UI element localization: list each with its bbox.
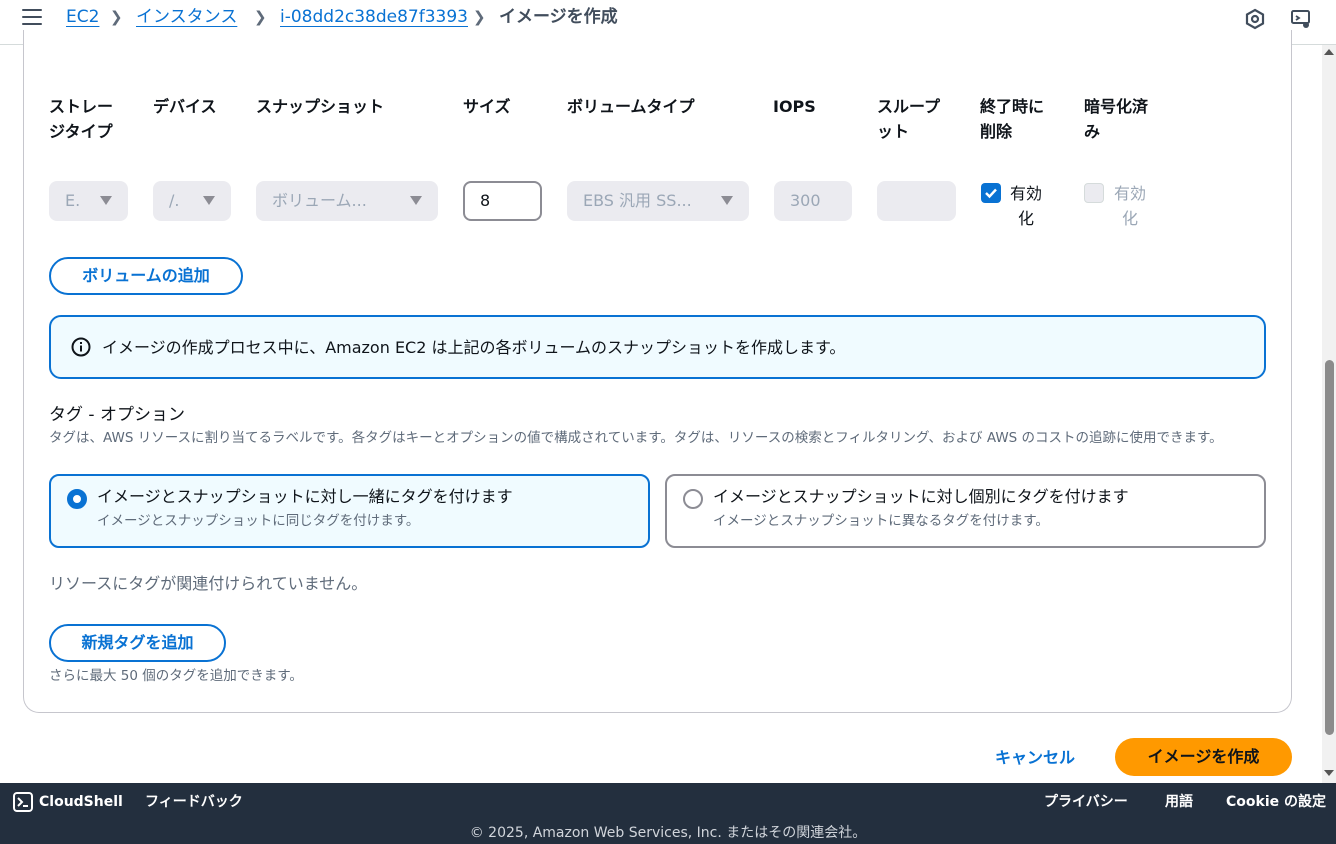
tag-together-desc: イメージとスナップショットに同じタグを付けます。 [97, 513, 420, 529]
device-select: /. [153, 181, 231, 221]
notifications-icon[interactable] [1244, 8, 1266, 30]
delete-on-termination-label: 有効 化 [1010, 184, 1043, 228]
info-alert: イメージの作成プロセス中に、Amazon EC2 は上記の各ボリュームのスナップ… [49, 315, 1266, 379]
copyright-text: © 2025, Amazon Web Services, Inc. またはその関… [469, 825, 867, 841]
header-iops: IOPS [773, 97, 816, 116]
caret-down-icon [100, 196, 112, 205]
scroll-down-arrow-icon[interactable] [1324, 770, 1334, 776]
storage-type-select: E. [49, 181, 128, 221]
snapshot-select: ボリューム... [256, 181, 438, 221]
add-volume-button[interactable]: ボリュームの追加 [49, 257, 243, 295]
header-device: デバイス [153, 97, 217, 116]
header-throughput: スループ ット [877, 97, 941, 141]
breadcrumb-chevron-icon: ❯ [254, 8, 267, 26]
tags-section-description: タグは、AWS リソースに割り当てるラベルです。各タグはキーとオプションの値で構… [49, 430, 1223, 446]
delete-on-termination-checkbox[interactable] [981, 183, 1001, 203]
cancel-button[interactable]: キャンセル [980, 740, 1090, 776]
tags-section-title: タグ - オプション [49, 405, 185, 425]
breadcrumb-chevron-icon: ❯ [110, 8, 123, 26]
throughput-input [877, 181, 956, 221]
add-new-tag-button[interactable]: 新規タグを追加 [49, 624, 226, 662]
tag-together-option[interactable]: イメージとスナップショットに対し一緒にタグを付けます イメージとスナップショット… [49, 474, 650, 548]
encrypted-label: 有効 化 [1114, 184, 1147, 228]
feedback-link[interactable]: フィードバック [145, 792, 243, 812]
privacy-link[interactable]: プライバシー [1044, 792, 1128, 812]
scrollbar-thumb[interactable] [1325, 360, 1334, 735]
caret-down-icon [721, 196, 733, 205]
cloudshell-icon[interactable] [13, 792, 33, 812]
header-volume-type: ボリュームタイプ [567, 97, 695, 116]
breadcrumb-chevron-icon: ❯ [473, 8, 486, 26]
page-scrollbar[interactable] [1322, 45, 1336, 783]
no-tags-message: リソースにタグが関連付けられていません。 [49, 574, 368, 593]
caret-down-icon [410, 196, 422, 205]
create-image-button[interactable]: イメージを作成 [1115, 738, 1292, 776]
info-text: イメージの作成プロセス中に、Amazon EC2 は上記の各ボリュームのスナップ… [102, 338, 846, 357]
radio-unselected[interactable] [683, 489, 703, 509]
terms-link[interactable]: 用語 [1165, 792, 1193, 812]
info-icon [71, 337, 91, 357]
menu-icon[interactable] [22, 9, 42, 27]
size-input[interactable]: 8 [463, 181, 542, 221]
breadcrumb-current: イメージを作成 [499, 7, 618, 27]
radio-selected[interactable] [67, 489, 87, 509]
volume-type-select: EBS 汎用 SS... [567, 181, 749, 221]
settings-screen-icon[interactable] [1290, 8, 1312, 30]
tag-separately-title: イメージとスナップショットに対し個別にタグを付けます [713, 487, 1129, 506]
caret-down-icon [203, 196, 215, 205]
cookie-settings-link[interactable]: Cookie の設定 [1226, 792, 1326, 812]
breadcrumb-instance-id[interactable]: i-08dd2c38de87f3393 [280, 7, 468, 27]
tag-separately-desc: イメージとスナップショットに異なるタグを付けます。 [713, 513, 1049, 529]
header-delete-on-termination: 終了時に 削除 [980, 97, 1045, 141]
breadcrumb-ec2[interactable]: EC2 [66, 7, 99, 27]
header-encrypted: 暗号化済 み [1084, 97, 1149, 141]
header-snapshot: スナップショット [256, 97, 385, 116]
tag-limit-hint: さらに最大 50 個のタグを追加できます。 [49, 668, 303, 684]
checkmark-icon [985, 188, 997, 199]
scroll-up-arrow-icon[interactable] [1324, 49, 1334, 55]
console-footer: CloudShell フィードバック プライバシー 用語 Cookie の設定 … [0, 783, 1336, 844]
tag-together-title: イメージとスナップショットに対し一緒にタグを付けます [97, 487, 513, 506]
iops-input: 300 [774, 181, 852, 221]
cloudshell-link[interactable]: CloudShell [39, 792, 123, 812]
tag-separately-option[interactable]: イメージとスナップショットに対し個別にタグを付けます イメージとスナップショット… [665, 474, 1266, 548]
encrypted-checkbox [1084, 183, 1104, 203]
breadcrumb-instances[interactable]: インスタンス [136, 7, 237, 27]
header-size: サイズ [463, 97, 511, 116]
header-storage-type: ストレー ジタイプ [49, 97, 114, 141]
